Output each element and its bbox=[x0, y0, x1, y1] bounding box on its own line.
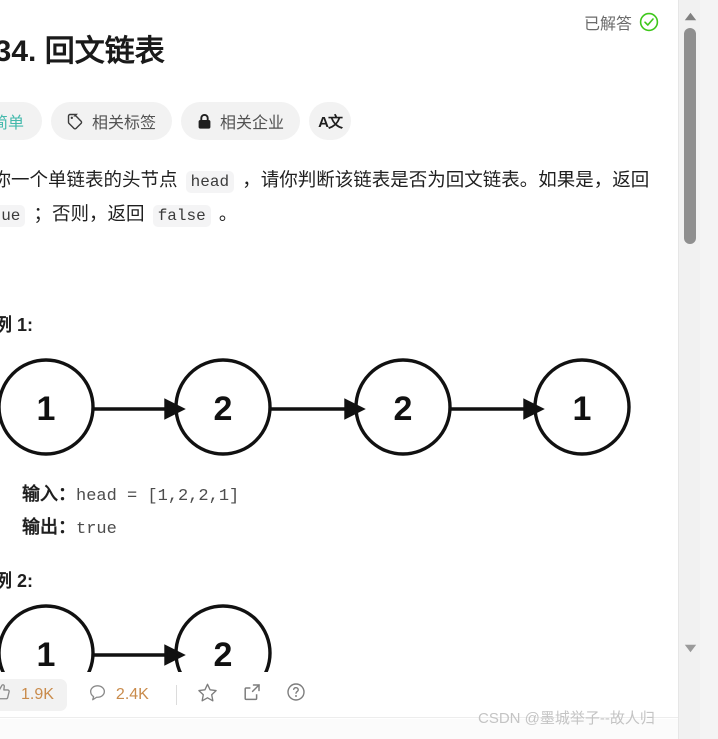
example-1-input-row: 输入：head = [1,2,2,1] bbox=[22, 479, 239, 512]
related-companies-label: 相关企业 bbox=[220, 115, 285, 132]
difficulty-label: 简单 bbox=[0, 115, 25, 132]
output-value: true bbox=[76, 520, 117, 539]
related-topics-label: 相关标签 bbox=[92, 115, 157, 132]
help-button[interactable] bbox=[279, 679, 313, 711]
example-1-io: 输入：head = [1,2,2,1] 输出：true bbox=[22, 479, 239, 545]
share-button[interactable] bbox=[235, 679, 269, 711]
lock-icon bbox=[197, 113, 212, 130]
statement-text-2: ，请你判断该链表是否为回文链表。如果是，返回 bbox=[237, 169, 650, 190]
triangle-down-icon[interactable] bbox=[679, 636, 701, 660]
related-companies-button[interactable]: 相关企业 bbox=[181, 102, 301, 140]
thumbs-up-icon bbox=[0, 683, 12, 707]
difficulty-tag[interactable]: 简单 bbox=[0, 102, 43, 140]
check-circle-icon bbox=[639, 12, 659, 32]
page-title: 234. 回文链表 bbox=[0, 35, 165, 68]
input-value: head = [1,2,2,1] bbox=[76, 487, 240, 506]
node-value: 2 bbox=[394, 390, 413, 428]
right-margin-strip bbox=[700, 0, 718, 739]
node-value: 1 bbox=[37, 636, 56, 674]
problem-description-pane: 234. 回文链表 已解答 简单 bbox=[0, 0, 678, 739]
comment-button[interactable]: 2.4K bbox=[75, 679, 162, 711]
watermark: CSDN @墨城举子--故人归 bbox=[478, 710, 655, 727]
title-row: 234. 回文链表 bbox=[0, 30, 678, 74]
example-1-heading: 示例 1: bbox=[0, 315, 34, 335]
inline-code-head: head bbox=[185, 171, 235, 193]
node-value: 1 bbox=[573, 390, 592, 428]
node-value: 1 bbox=[37, 390, 56, 428]
node-value: 2 bbox=[214, 636, 233, 674]
favorite-button[interactable] bbox=[191, 679, 225, 711]
like-count: 1.9K bbox=[21, 685, 54, 703]
statement-text-3: ；否则，返回 bbox=[28, 203, 150, 224]
inline-code-true: true bbox=[0, 205, 26, 227]
statement-text-4: 。 bbox=[213, 203, 238, 224]
like-button[interactable]: 1.9K bbox=[0, 678, 67, 711]
triangle-up-icon[interactable] bbox=[679, 4, 701, 28]
statement-text-1: 给你一个单链表的头节点 bbox=[0, 169, 178, 190]
linked-list-diagram-1: 1 2 2 1 bbox=[0, 352, 672, 472]
comment-count: 2.4K bbox=[115, 685, 149, 703]
node-value: 2 bbox=[214, 390, 233, 428]
toolbar-divider bbox=[175, 684, 177, 705]
star-icon bbox=[197, 682, 218, 708]
input-label: 输入： bbox=[22, 484, 76, 504]
related-topics-button[interactable]: 相关标签 bbox=[51, 102, 173, 140]
vertical-scrollbar[interactable] bbox=[678, 0, 700, 739]
problem-statement: 给你一个单链表的头节点 head ，请你判断该链表是否为回文链表。如果是，返回 … bbox=[0, 164, 674, 232]
tag-row: 简单 相关标签 相关企业 A文 bbox=[0, 102, 352, 140]
example-1-output-row: 输出：true bbox=[22, 512, 239, 545]
scrollbar-thumb[interactable] bbox=[684, 28, 696, 244]
output-label: 输出： bbox=[22, 517, 76, 537]
translate-icon: A文 bbox=[318, 113, 343, 131]
solved-status: 已解答 bbox=[584, 10, 659, 34]
inline-code-false: false bbox=[152, 205, 211, 227]
translate-button[interactable]: A文 bbox=[309, 102, 352, 140]
example-2-heading: 示例 2: bbox=[0, 571, 34, 591]
comment-icon bbox=[88, 683, 107, 707]
solved-label: 已解答 bbox=[584, 16, 633, 33]
question-circle-icon bbox=[286, 682, 306, 707]
tag-icon bbox=[67, 113, 84, 130]
problem-page: 234. 回文链表 已解答 简单 bbox=[0, 0, 718, 739]
share-external-icon bbox=[242, 682, 262, 707]
